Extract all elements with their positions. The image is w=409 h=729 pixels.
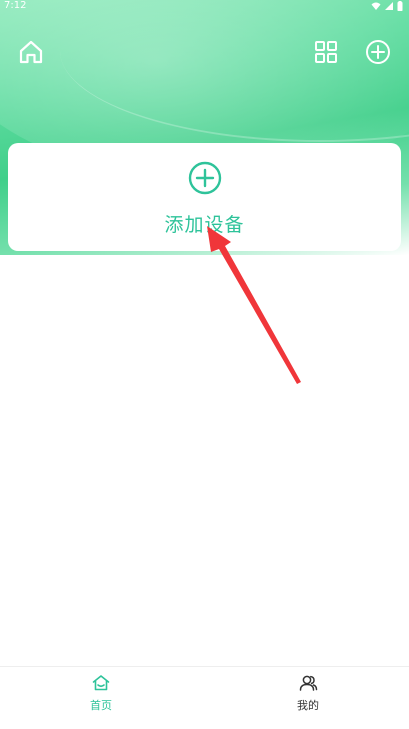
home-icon[interactable] bbox=[17, 38, 45, 66]
add-device-icon[interactable] bbox=[188, 161, 222, 195]
bottom-nav: 首页 我的 bbox=[0, 666, 409, 729]
signal-icon bbox=[385, 2, 393, 10]
users-icon bbox=[299, 675, 318, 691]
status-time: 7:12 bbox=[4, 0, 27, 11]
home-outline-icon bbox=[92, 675, 110, 691]
pointer-arrow-annotation bbox=[207, 226, 301, 384]
nav-label-mine: 我的 bbox=[297, 699, 319, 712]
wifi-icon bbox=[371, 2, 381, 10]
status-icons bbox=[371, 1, 403, 11]
nav-label-home: 首页 bbox=[90, 699, 112, 712]
grid-icon[interactable] bbox=[312, 38, 340, 66]
plus-circle-icon[interactable] bbox=[364, 38, 392, 66]
battery-icon bbox=[397, 1, 403, 11]
status-bar: 7:12 bbox=[0, 0, 409, 14]
nav-item-mine[interactable]: 我的 bbox=[278, 673, 338, 713]
nav-item-home[interactable]: 首页 bbox=[71, 673, 131, 713]
